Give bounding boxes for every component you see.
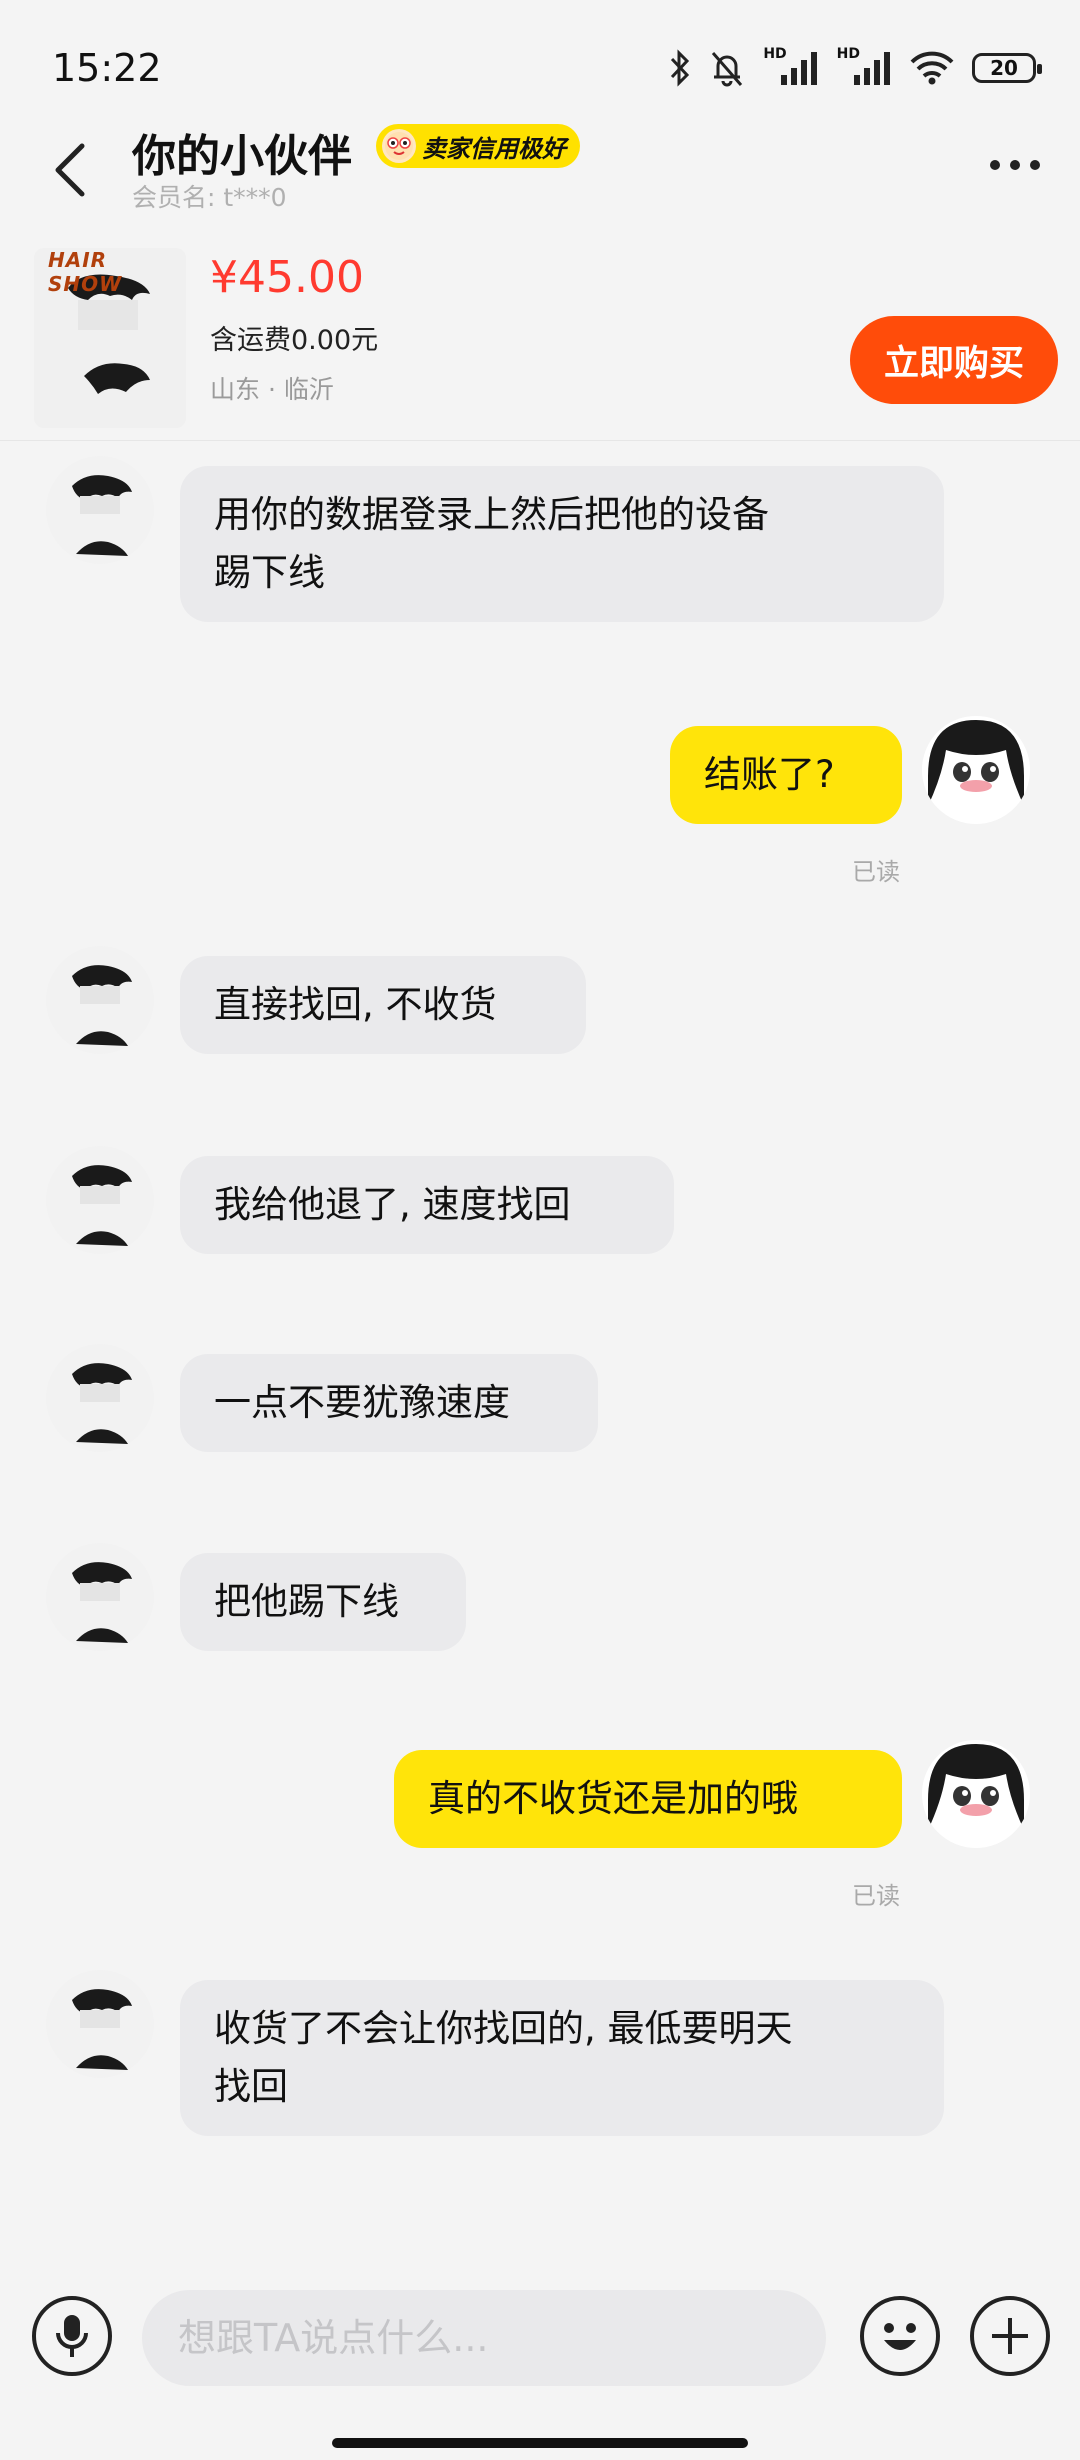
smiley-face-icon — [382, 129, 416, 163]
status-time: 15:22 — [52, 46, 162, 90]
seller-avatar[interactable] — [46, 1543, 154, 1651]
incoming-message-bubble[interactable]: 我给他退了, 速度找回 — [180, 1156, 674, 1254]
signal-1-icon: HD — [763, 46, 818, 85]
product-location: 山东 · 临沂 — [210, 375, 334, 404]
read-status: 已读 — [852, 858, 900, 886]
message-input[interactable] — [142, 2290, 826, 2386]
seller-avatar-image — [46, 1344, 154, 1452]
incoming-message-bubble[interactable]: 用你的数据登录上然后把他的设备 踢下线 — [180, 466, 944, 622]
incoming-message-bubble[interactable]: 一点不要犹豫速度 — [180, 1354, 598, 1452]
more-actions-button[interactable] — [970, 2296, 1050, 2376]
status-icons: HD HD 20 — [669, 44, 1042, 92]
product-thumbnail[interactable]: HAIR SHOW — [34, 248, 186, 428]
battery-level: 20 — [990, 56, 1018, 80]
product-card[interactable]: HAIR SHOW ¥45.00 含运费0.00元 山东 · 临沂 立即购买 — [0, 228, 1080, 441]
incoming-message-bubble[interactable]: 直接找回, 不收货 — [180, 956, 586, 1054]
seller-avatar-image — [46, 946, 154, 1054]
seller-avatar[interactable] — [46, 1344, 154, 1452]
message-line: 踢下线 — [214, 551, 325, 594]
incoming-message-bubble[interactable]: 收货了不会让你找回的, 最低要明天 找回 — [180, 1980, 944, 2136]
chat-header: 你的小伙伴 卖家信用极好 会员名: t***0 — [0, 110, 1080, 215]
seller-credit-badge: 卖家信用极好 — [376, 124, 580, 168]
my-avatar[interactable] — [922, 1740, 1030, 1848]
my-avatar[interactable] — [922, 716, 1030, 824]
seller-avatar-image — [46, 456, 154, 564]
seller-avatar[interactable] — [46, 1970, 154, 2078]
incoming-message-bubble[interactable]: 把他踢下线 — [180, 1553, 466, 1651]
thumb-brand-text: HAIR SHOW — [48, 248, 123, 296]
member-name: 会员名: t***0 — [132, 183, 287, 212]
home-indicator[interactable] — [332, 2438, 748, 2448]
my-avatar-image — [922, 716, 1030, 824]
buy-now-button[interactable]: 立即购买 — [850, 316, 1058, 404]
emoji-icon — [884, 2323, 916, 2350]
back-arrow-icon — [55, 143, 85, 197]
input-bar — [0, 2270, 1080, 2460]
seller-avatar-image — [46, 1146, 154, 1254]
outgoing-message-bubble[interactable]: 真的不收货还是加的哦 — [394, 1750, 902, 1848]
back-button[interactable] — [40, 130, 100, 210]
bluetooth-icon — [669, 49, 691, 87]
more-dots-icon — [990, 160, 1000, 170]
message-line: 找回 — [214, 2065, 288, 2108]
my-avatar-image — [922, 1740, 1030, 1848]
message-line: 用你的数据登录上然后把他的设备 — [214, 493, 769, 536]
seller-avatar-image — [46, 1970, 154, 2078]
mute-bell-icon — [709, 49, 745, 87]
seller-avatar[interactable] — [46, 456, 154, 564]
wifi-icon — [910, 51, 954, 85]
product-shipping: 含运费0.00元 — [210, 325, 379, 356]
voice-button[interactable] — [32, 2296, 112, 2376]
microphone-icon — [56, 2315, 88, 2357]
outgoing-message-bubble[interactable]: 结账了? — [670, 726, 902, 824]
message-line: 收货了不会让你找回的, 最低要明天 — [214, 2007, 793, 2050]
read-status: 已读 — [852, 1882, 900, 1910]
emoji-button[interactable] — [860, 2296, 940, 2376]
page-title: 你的小伙伴 — [132, 131, 352, 182]
badge-label: 卖家信用极好 — [422, 134, 566, 163]
signal-2-icon: HD — [837, 46, 892, 85]
plus-icon — [992, 2318, 1028, 2354]
seller-avatar[interactable] — [46, 946, 154, 1054]
more-button[interactable] — [980, 140, 1050, 190]
product-price: ¥45.00 — [210, 252, 364, 303]
battery-icon: 20 — [972, 53, 1042, 83]
seller-avatar-image — [46, 1543, 154, 1651]
seller-avatar[interactable] — [46, 1146, 154, 1254]
